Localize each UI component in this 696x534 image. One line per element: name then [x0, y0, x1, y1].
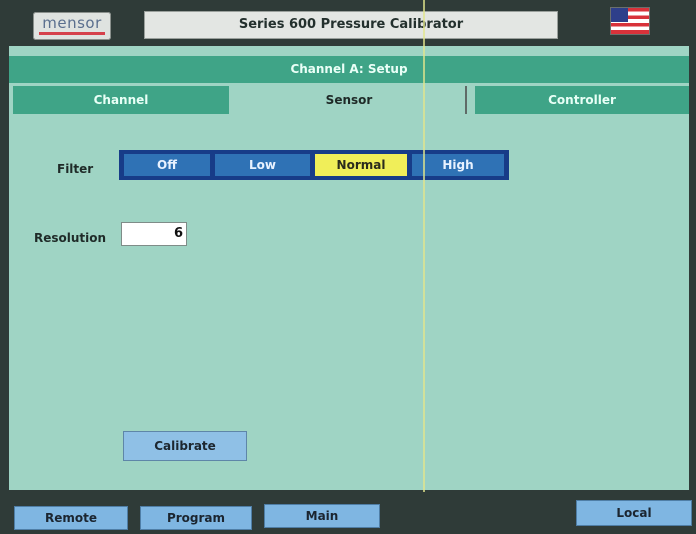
resolution-label: Resolution [34, 231, 107, 245]
logo-underline [39, 32, 105, 35]
filter-option-off[interactable]: Off [124, 154, 210, 176]
filter-option-normal[interactable]: Normal [315, 154, 407, 176]
local-button[interactable]: Local [576, 500, 692, 526]
vertical-guide-line [423, 0, 425, 492]
filter-option-high[interactable]: High [412, 154, 504, 176]
mensor-logo: mensor [33, 12, 111, 40]
program-button[interactable]: Program [140, 506, 252, 530]
flag-canton [611, 8, 628, 22]
main-button[interactable]: Main [264, 504, 380, 528]
filter-option-low[interactable]: Low [215, 154, 310, 176]
tab-sensor[interactable]: Sensor [233, 86, 465, 114]
tab-divider [465, 86, 467, 114]
calibrate-button[interactable]: Calibrate [123, 431, 247, 461]
logo-text: mensor [42, 14, 102, 32]
filter-selector: Off Low Normal High [119, 150, 509, 180]
window-title: Series 600 Pressure Calibrator [144, 11, 558, 39]
calibrator-screen: mensor Series 600 Pressure Calibrator Ch… [0, 0, 696, 534]
tab-channel[interactable]: Channel [13, 86, 229, 114]
panel-title: Channel A: Setup [9, 56, 689, 83]
resolution-field[interactable]: 6 [121, 222, 187, 246]
tab-controller[interactable]: Controller [475, 86, 689, 114]
filter-label: Filter [57, 162, 94, 176]
remote-button[interactable]: Remote [14, 506, 128, 530]
us-flag-icon [611, 8, 649, 34]
setup-panel: Channel A: Setup Channel Sensor Controll… [9, 46, 689, 490]
bottom-bar: Remote Program Main Local [0, 492, 696, 534]
